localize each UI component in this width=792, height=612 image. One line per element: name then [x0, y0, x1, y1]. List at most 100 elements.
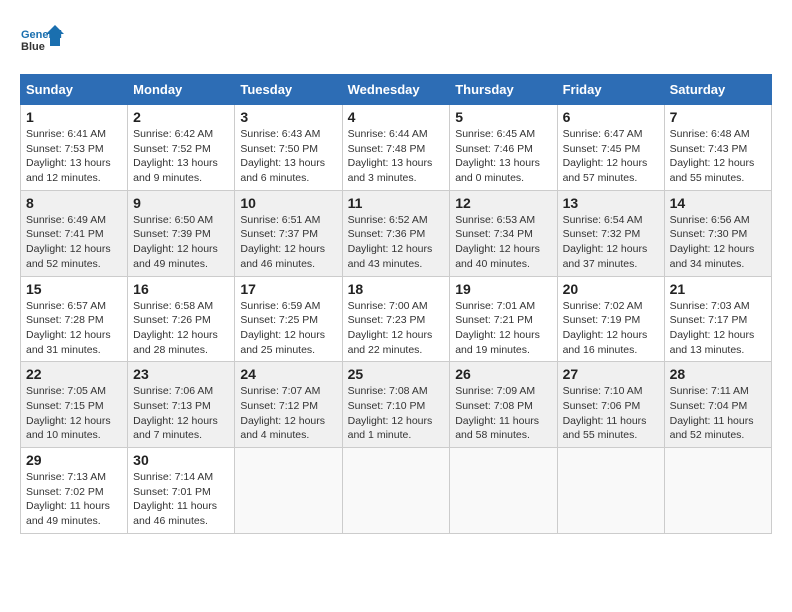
calendar-cell — [342, 448, 450, 534]
weekday-header-saturday: Saturday — [664, 75, 771, 105]
calendar-cell: 4Sunrise: 6:44 AMSunset: 7:48 PMDaylight… — [342, 105, 450, 191]
calendar-cell: 25 Sunrise: 7:08 AMSunset: 7:10 PMDayligh… — [342, 362, 450, 448]
day-number: 4 — [348, 109, 445, 125]
day-number: 29 — [26, 452, 122, 468]
calendar-body: 1 Sunrise: 6:41 AMSunset: 7:53 PMDaylight… — [21, 105, 772, 534]
calendar-cell: 6 Sunrise: 6:47 AMSunset: 7:45 PMDaylight… — [557, 105, 664, 191]
day-number: 23 — [133, 366, 229, 382]
cell-info: Sunrise: 7:09 AMSunset: 7:08 PMDaylight:… — [455, 385, 539, 441]
cell-info: Sunrise: 7:00 AMSunset: 7:23 PMDaylight:… — [348, 300, 433, 356]
calendar-cell: 5 Sunrise: 6:45 AMSunset: 7:46 PMDaylight… — [450, 105, 557, 191]
day-number: 13 — [563, 195, 659, 211]
cell-info: Sunrise: 6:49 AMSunset: 7:41 PMDaylight:… — [26, 214, 111, 270]
day-number: 19 — [455, 281, 551, 297]
cell-info: Sunrise: 6:54 AMSunset: 7:32 PMDaylight:… — [563, 214, 648, 270]
calendar-cell: 29 Sunrise: 7:13 AMSunset: 7:02 PMDayligh… — [21, 448, 128, 534]
day-number: 14 — [670, 195, 766, 211]
calendar-row: 15Sunrise: 6:57 AMSunset: 7:28 PMDayligh… — [21, 276, 772, 362]
calendar-cell: 7 Sunrise: 6:48 AMSunset: 7:43 PMDaylight… — [664, 105, 771, 191]
calendar-cell: 1 Sunrise: 6:41 AMSunset: 7:53 PMDaylight… — [21, 105, 128, 191]
day-number: 22 — [26, 366, 122, 382]
calendar-cell: 21 Sunrise: 7:03 AMSunset: 7:17 PMDayligh… — [664, 276, 771, 362]
calendar-header: SundayMondayTuesdayWednesdayThursdayFrid… — [21, 75, 772, 105]
day-number: 10 — [240, 195, 336, 211]
day-number: 6 — [563, 109, 659, 125]
day-number: 7 — [670, 109, 766, 125]
cell-info: Sunrise: 7:11 AMSunset: 7:04 PMDaylight:… — [670, 385, 754, 441]
day-number: 3 — [240, 109, 336, 125]
cell-info: Sunrise: 6:59 AMSunset: 7:25 PMDaylight:… — [240, 300, 325, 356]
cell-info: Sunrise: 6:42 AMSunset: 7:52 PMDaylight:… — [133, 128, 218, 184]
cell-info: Sunrise: 7:13 AMSunset: 7:02 PMDaylight:… — [26, 471, 110, 527]
day-number: 2 — [133, 109, 229, 125]
day-number: 1 — [26, 109, 122, 125]
svg-text:Blue: Blue — [21, 41, 45, 53]
day-number: 9 — [133, 195, 229, 211]
day-number: 25 — [348, 366, 445, 382]
calendar-cell: 10 Sunrise: 6:51 AMSunset: 7:37 PMDayligh… — [235, 190, 342, 276]
calendar-cell: 20 Sunrise: 7:02 AMSunset: 7:19 PMDayligh… — [557, 276, 664, 362]
calendar-cell: 19Sunrise: 7:01 AMSunset: 7:21 PMDayligh… — [450, 276, 557, 362]
calendar-cell — [557, 448, 664, 534]
cell-info: Sunrise: 6:57 AMSunset: 7:28 PMDaylight:… — [26, 300, 111, 356]
weekday-header-tuesday: Tuesday — [235, 75, 342, 105]
calendar-row: 1 Sunrise: 6:41 AMSunset: 7:53 PMDaylight… — [21, 105, 772, 191]
day-number: 28 — [670, 366, 766, 382]
cell-info: Sunrise: 7:03 AMSunset: 7:17 PMDaylight:… — [670, 300, 755, 356]
calendar-cell: 18 Sunrise: 7:00 AMSunset: 7:23 PMDayligh… — [342, 276, 450, 362]
cell-info: Sunrise: 7:02 AMSunset: 7:19 PMDaylight:… — [563, 300, 648, 356]
calendar-cell: 30Sunrise: 7:14 AMSunset: 7:01 PMDayligh… — [128, 448, 235, 534]
day-number: 20 — [563, 281, 659, 297]
calendar-cell: 26Sunrise: 7:09 AMSunset: 7:08 PMDayligh… — [450, 362, 557, 448]
calendar-cell — [664, 448, 771, 534]
calendar-cell: 9 Sunrise: 6:50 AMSunset: 7:39 PMDaylight… — [128, 190, 235, 276]
day-number: 11 — [348, 195, 445, 211]
day-number: 17 — [240, 281, 336, 297]
calendar-cell: 2 Sunrise: 6:42 AMSunset: 7:52 PMDaylight… — [128, 105, 235, 191]
logo-svg: General Blue — [20, 20, 64, 64]
day-number: 21 — [670, 281, 766, 297]
weekday-header-wednesday: Wednesday — [342, 75, 450, 105]
cell-info: Sunrise: 7:05 AMSunset: 7:15 PMDaylight:… — [26, 385, 111, 441]
cell-info: Sunrise: 6:52 AMSunset: 7:36 PMDaylight:… — [348, 214, 433, 270]
cell-info: Sunrise: 7:10 AMSunset: 7:06 PMDaylight:… — [563, 385, 647, 441]
calendar-cell — [450, 448, 557, 534]
cell-info: Sunrise: 6:51 AMSunset: 7:37 PMDaylight:… — [240, 214, 325, 270]
logo: General Blue — [20, 20, 64, 64]
weekday-header-row: SundayMondayTuesdayWednesdayThursdayFrid… — [21, 75, 772, 105]
cell-info: Sunrise: 6:41 AMSunset: 7:53 PMDaylight:… — [26, 128, 111, 184]
cell-info: Sunrise: 6:53 AMSunset: 7:34 PMDaylight:… — [455, 214, 540, 270]
calendar-cell: 8 Sunrise: 6:49 AMSunset: 7:41 PMDaylight… — [21, 190, 128, 276]
calendar-cell: 28 Sunrise: 7:11 AMSunset: 7:04 PMDayligh… — [664, 362, 771, 448]
weekday-header-friday: Friday — [557, 75, 664, 105]
day-number: 18 — [348, 281, 445, 297]
calendar-cell: 15Sunrise: 6:57 AMSunset: 7:28 PMDayligh… — [21, 276, 128, 362]
cell-info: Sunrise: 6:50 AMSunset: 7:39 PMDaylight:… — [133, 214, 218, 270]
calendar-cell — [235, 448, 342, 534]
calendar-cell: 12 Sunrise: 6:53 AMSunset: 7:34 PMDayligh… — [450, 190, 557, 276]
cell-info: Sunrise: 6:47 AMSunset: 7:45 PMDaylight:… — [563, 128, 648, 184]
weekday-header-monday: Monday — [128, 75, 235, 105]
day-number: 8 — [26, 195, 122, 211]
calendar-cell: 27Sunrise: 7:10 AMSunset: 7:06 PMDayligh… — [557, 362, 664, 448]
cell-info: Sunrise: 6:45 AMSunset: 7:46 PMDaylight:… — [455, 128, 540, 184]
calendar-cell: 17 Sunrise: 6:59 AMSunset: 7:25 PMDayligh… — [235, 276, 342, 362]
weekday-header-sunday: Sunday — [21, 75, 128, 105]
page-header: General Blue — [20, 20, 772, 64]
calendar-cell: 14Sunrise: 6:56 AMSunset: 7:30 PMDayligh… — [664, 190, 771, 276]
calendar-cell: 13 Sunrise: 6:54 AMSunset: 7:32 PMDayligh… — [557, 190, 664, 276]
cell-info: Sunrise: 7:06 AMSunset: 7:13 PMDaylight:… — [133, 385, 218, 441]
calendar-cell: 3Sunrise: 6:43 AMSunset: 7:50 PMDaylight… — [235, 105, 342, 191]
calendar-row: 8 Sunrise: 6:49 AMSunset: 7:41 PMDaylight… — [21, 190, 772, 276]
calendar-cell: 16 Sunrise: 6:58 AMSunset: 7:26 PMDayligh… — [128, 276, 235, 362]
calendar-row: 22 Sunrise: 7:05 AMSunset: 7:15 PMDayligh… — [21, 362, 772, 448]
cell-info: Sunrise: 6:58 AMSunset: 7:26 PMDaylight:… — [133, 300, 218, 356]
day-number: 5 — [455, 109, 551, 125]
day-number: 12 — [455, 195, 551, 211]
cell-info: Sunrise: 7:08 AMSunset: 7:10 PMDaylight:… — [348, 385, 433, 441]
calendar-cell: 11 Sunrise: 6:52 AMSunset: 7:36 PMDayligh… — [342, 190, 450, 276]
calendar-cell: 23 Sunrise: 7:06 AMSunset: 7:13 PMDayligh… — [128, 362, 235, 448]
day-number: 16 — [133, 281, 229, 297]
cell-info: Sunrise: 6:48 AMSunset: 7:43 PMDaylight:… — [670, 128, 755, 184]
weekday-header-thursday: Thursday — [450, 75, 557, 105]
